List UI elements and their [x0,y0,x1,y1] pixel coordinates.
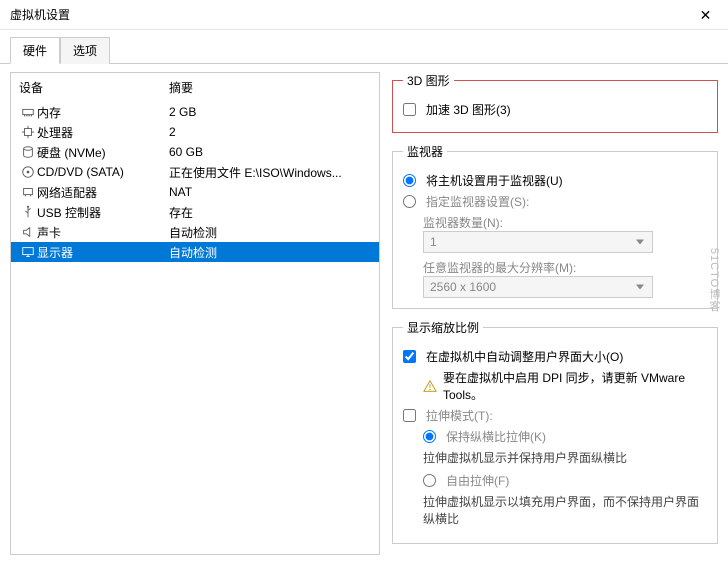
legend-3d: 3D 图形 [403,72,454,89]
hardware-list: 设备 摘要 内存 2 GB 处理器 2 硬盘 (NVMe) 60 GB CD/D… [10,72,380,555]
checkbox-accelerate-3d[interactable] [403,103,416,116]
warning-icon [423,379,437,393]
label-stretch-mode: 拉伸模式(T): [426,407,493,424]
hw-sound[interactable]: 声卡 自动检测 [11,222,379,242]
settings-pane: 3D 图形 加速 3D 图形(3) 监视器 将主机设置用于监视器(U) 指定监视… [392,72,718,555]
usb-icon [19,205,37,219]
desc-keep-aspect: 拉伸虚拟机显示并保持用户界面纵横比 [423,449,707,466]
tabs: 硬件 选项 [0,30,728,64]
hw-memory[interactable]: 内存 2 GB [11,102,379,122]
label-keep-aspect: 保持纵横比拉伸(K) [446,428,546,445]
col-summary: 摘要 [169,79,193,96]
group-3d-graphics: 3D 图形 加速 3D 图形(3) [392,72,718,133]
hw-disk[interactable]: 硬盘 (NVMe) 60 GB [11,142,379,162]
display-icon [19,245,37,259]
hardware-header: 设备 摘要 [11,73,379,102]
select-max-resolution[interactable]: 2560 x 1600 [423,276,653,298]
label-dpi-warning: 要在虚拟机中启用 DPI 同步，请更新 VMware Tools。 [443,369,707,403]
disk-icon [19,145,37,159]
hw-display[interactable]: 显示器 自动检测 [11,242,379,262]
radio-specify[interactable] [403,195,416,208]
nic-icon [19,185,37,199]
close-button[interactable]: ✕ [683,0,728,30]
legend-monitors: 监视器 [403,143,447,160]
titlebar: 虚拟机设置 ✕ [0,0,728,30]
hw-usb[interactable]: USB 控制器 存在 [11,202,379,222]
cd-icon [19,165,37,179]
label-auto-resize: 在虚拟机中自动调整用户界面大小(O) [426,348,623,365]
legend-scaling: 显示缩放比例 [403,319,483,336]
cpu-icon [19,125,37,139]
watermark: 51CTO博客 [706,247,722,311]
desc-free-stretch: 拉伸虚拟机显示以填充用户界面，而不保持用户界面纵横比 [423,493,707,527]
select-monitor-count[interactable]: 1 [423,231,653,253]
content: 设备 摘要 内存 2 GB 处理器 2 硬盘 (NVMe) 60 GB CD/D… [0,64,728,563]
group-monitors: 监视器 将主机设置用于监视器(U) 指定监视器设置(S): 监视器数量(N): … [392,143,718,309]
radio-use-host[interactable] [403,174,416,187]
label-max-resolution: 任意监视器的最大分辨率(M): [423,259,707,276]
label-accelerate-3d: 加速 3D 图形(3) [426,101,511,118]
tab-options[interactable]: 选项 [60,37,110,64]
label-monitor-count: 监视器数量(N): [423,214,707,231]
hw-cd[interactable]: CD/DVD (SATA) 正在使用文件 E:\ISO\Windows... [11,162,379,182]
tab-hardware[interactable]: 硬件 [10,37,60,64]
hw-nic[interactable]: 网络适配器 NAT [11,182,379,202]
checkbox-stretch-mode[interactable] [403,409,416,422]
close-icon: ✕ [700,7,712,24]
checkbox-auto-resize[interactable] [403,350,416,363]
label-use-host: 将主机设置用于监视器(U) [426,172,563,189]
radio-keep-aspect[interactable] [423,430,436,443]
group-scaling: 显示缩放比例 在虚拟机中自动调整用户界面大小(O) 要在虚拟机中启用 DPI 同… [392,319,718,544]
sound-icon [19,225,37,239]
window-title: 虚拟机设置 [10,6,70,23]
memory-icon [19,105,37,119]
label-free-stretch: 自由拉伸(F) [446,472,509,489]
hw-cpu[interactable]: 处理器 2 [11,122,379,142]
radio-free-stretch[interactable] [423,474,436,487]
label-specify: 指定监视器设置(S): [426,193,529,210]
col-device: 设备 [19,79,169,96]
